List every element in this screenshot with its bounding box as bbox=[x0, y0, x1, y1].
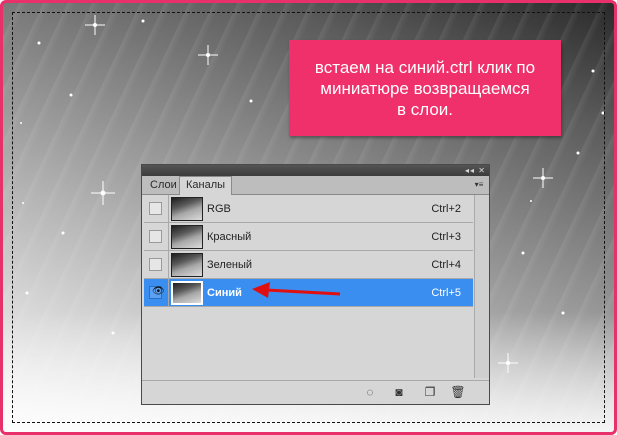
annotation-arrow bbox=[252, 282, 341, 298]
